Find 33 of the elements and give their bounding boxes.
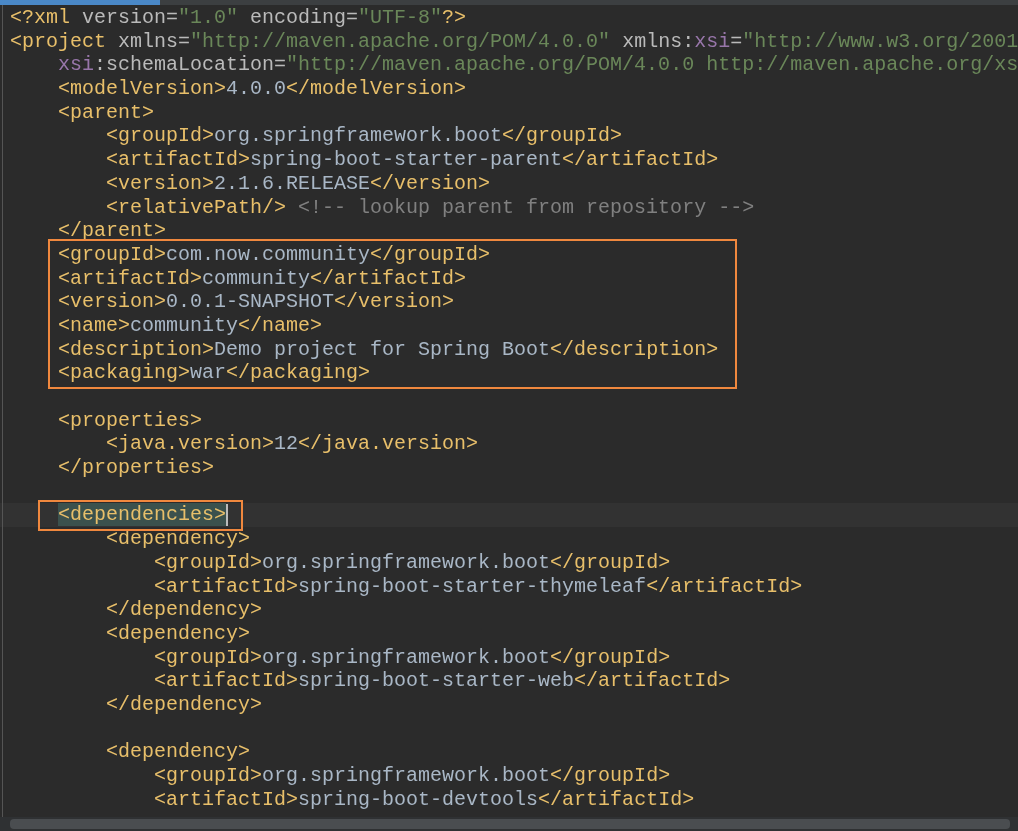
code-line: <version>2.1.6.RELEASE</version> xyxy=(105,171,491,196)
scrollbar-thumb[interactable] xyxy=(10,819,1010,829)
code-line: <description>Demo project for Spring Boot</description> xyxy=(57,337,719,362)
code-line: <artifactId>spring-boot-starter-thymeleaf</artifactId> xyxy=(153,574,803,599)
code-line: <artifactId>spring-boot-starter-web</artifactId> xyxy=(153,669,731,693)
code-line: <packaging>war</packaging> xyxy=(57,361,371,385)
code-line: <name>community</name> xyxy=(57,313,323,338)
code-line: <groupId>org.springframework.boot</groupId> xyxy=(153,550,671,575)
code-line: <groupId>org.springframework.boot</groupId> xyxy=(153,645,671,670)
code-line: <artifactId>spring-boot-devtools</artifactId> xyxy=(153,787,695,812)
text-cursor xyxy=(226,504,229,527)
code-line: <artifactId>spring-boot-starter-parent</artifactId> xyxy=(105,148,719,172)
code-line: <parent> xyxy=(57,100,155,125)
code-line: <modelVersion>4.0.0</modelVersion> xyxy=(57,77,467,101)
horizontal-scrollbar[interactable] xyxy=(0,817,1018,831)
code-line: <relativePath/> <!-- lookup parent from repository --> xyxy=(105,195,755,220)
code-line: <dependency> xyxy=(105,740,251,764)
code-line: xsi:schemaLocation="http://maven.apache.org/POM/4.0.0 http://maven.apache.org/xs xyxy=(57,53,1018,78)
code-line: <properties> xyxy=(57,408,203,433)
code-line: <version>0.0.1-SNAPSHOT</version> xyxy=(57,290,455,314)
code-line: <java.version>12</java.version> xyxy=(105,432,479,457)
code-line: <dependency> xyxy=(105,527,251,551)
code-line: <?xml version="1.0" encoding="UTF-8"?> xyxy=(10,6,467,30)
code-line: </dependency> xyxy=(105,692,263,717)
code-line: <dependency> xyxy=(105,621,251,646)
code-line: <groupId>com.now.community</groupId> xyxy=(57,242,491,267)
code-line: </dependency> xyxy=(105,598,263,622)
code-line: <groupId>org.springframework.boot</groupId> xyxy=(105,124,623,149)
code-line: <groupId>org.springframework.boot</groupId> xyxy=(153,764,671,788)
code-line: <artifactId>community</artifactId> xyxy=(57,266,467,291)
code-line: <project xmlns="http://maven.apache.org/POM/4.0.0" xmlns:xsi="http://www.w3.org/2001 xyxy=(10,29,1018,54)
code-line: </properties> xyxy=(57,456,215,480)
code-line: </parent> xyxy=(57,219,167,243)
